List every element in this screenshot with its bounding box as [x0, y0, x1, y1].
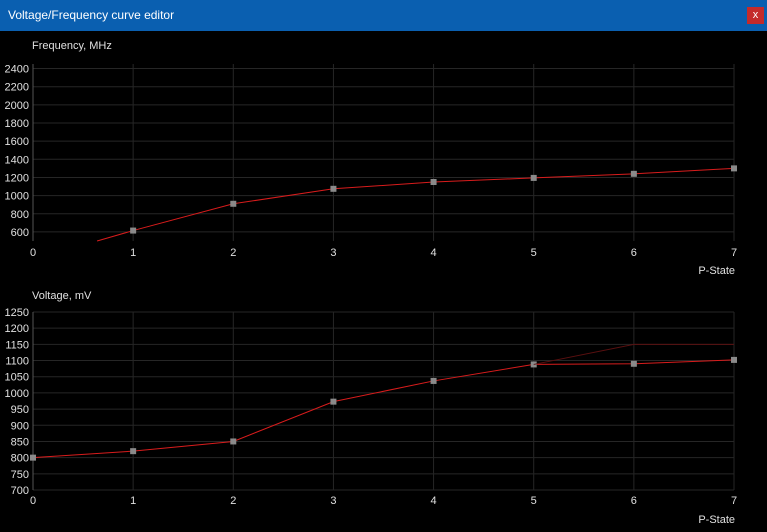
- chart-title: Voltage, mV: [32, 290, 92, 302]
- y-tick-label: 2000: [5, 100, 29, 112]
- window-title: Voltage/Frequency curve editor: [8, 8, 175, 22]
- x-tick-label: 4: [431, 495, 437, 507]
- y-tick-label: 1150: [5, 339, 29, 351]
- curve-point: [330, 398, 337, 405]
- close-button[interactable]: x: [747, 7, 764, 24]
- y-tick-label: 800: [11, 209, 29, 221]
- y-tick-label: 600: [11, 227, 29, 239]
- y-tick-label: 1400: [5, 154, 29, 166]
- x-tick-label: 0: [30, 247, 36, 259]
- voltage-chart[interactable]: Voltage, mV70075080085090095010001050110…: [0, 281, 767, 532]
- y-tick-label: 1600: [5, 136, 29, 148]
- x-tick-label: 5: [531, 495, 537, 507]
- x-tick-label: 0: [30, 495, 36, 507]
- curve-point: [330, 185, 337, 192]
- curve-line: [96, 167, 735, 242]
- x-axis-label: P-State: [698, 265, 735, 277]
- curve-point: [731, 356, 737, 363]
- curve-point: [731, 165, 737, 172]
- y-tick-label: 1250: [5, 307, 29, 319]
- y-tick-label: 1800: [5, 118, 29, 130]
- y-tick-label: 1000: [5, 191, 29, 203]
- curve-point: [630, 360, 637, 367]
- y-tick-label: 1200: [5, 323, 29, 335]
- x-tick-label: 7: [731, 247, 737, 259]
- y-tick-label: 950: [11, 404, 29, 416]
- chart-title: Frequency, MHz: [32, 40, 112, 52]
- y-tick-label: 800: [11, 453, 29, 465]
- y-tick-label: 2400: [5, 64, 29, 76]
- x-axis-label: P-State: [698, 514, 735, 526]
- y-tick-label: 850: [11, 436, 29, 448]
- y-tick-label: 700: [11, 485, 29, 497]
- x-tick-label: 1: [130, 495, 136, 507]
- curve-point: [630, 170, 637, 177]
- x-tick-label: 2: [230, 247, 236, 259]
- y-tick-label: 1000: [5, 388, 29, 400]
- x-tick-label: 4: [431, 247, 437, 259]
- y-tick-label: 750: [11, 469, 29, 481]
- curve-point: [530, 174, 537, 181]
- x-tick-label: 5: [531, 247, 537, 259]
- x-tick-label: 6: [631, 247, 637, 259]
- x-tick-label: 2: [230, 495, 236, 507]
- x-tick-label: 1: [130, 247, 136, 259]
- x-tick-label: 3: [330, 247, 336, 259]
- close-icon: x: [752, 9, 759, 21]
- curve-point: [130, 227, 137, 234]
- curve-point: [230, 200, 237, 207]
- y-tick-label: 900: [11, 420, 29, 432]
- curve-point: [430, 179, 437, 185]
- x-tick-label: 3: [330, 495, 336, 507]
- y-tick-label: 1100: [5, 356, 29, 368]
- curve-point: [230, 438, 237, 445]
- x-tick-label: 6: [631, 495, 637, 507]
- curve-point: [130, 448, 137, 455]
- y-tick-label: 1200: [5, 172, 29, 184]
- y-tick-label: 2200: [5, 82, 29, 94]
- title-bar: Voltage/Frequency curve editor x: [0, 0, 767, 31]
- curve-point: [430, 377, 437, 384]
- x-tick-label: 7: [731, 495, 737, 507]
- frequency-chart[interactable]: Frequency, MHz 600 800 1000 1200 1400 1600 1800…: [0, 31, 767, 281]
- y-tick-label: 1050: [5, 372, 29, 384]
- curve-point: [30, 454, 36, 461]
